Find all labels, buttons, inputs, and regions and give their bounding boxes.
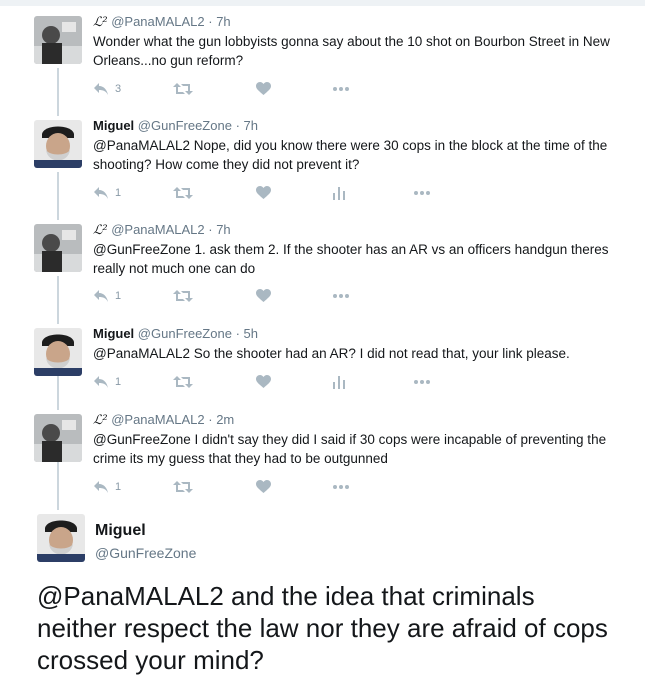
display-name[interactable]: Miguel: [93, 118, 134, 133]
timestamp[interactable]: · 5h: [236, 326, 258, 341]
tweet-text: @GunFreeZone I didn't say they did I sai…: [93, 432, 607, 466]
thread-connector: [57, 172, 59, 220]
more-button[interactable]: [333, 286, 349, 306]
thread-connector: [57, 376, 59, 410]
tweet-text: @GunFreeZone 1. ask them 2. If the shoot…: [93, 242, 609, 276]
reply-button[interactable]: 1: [93, 183, 121, 203]
more-icon: [414, 191, 430, 195]
reply-button[interactable]: 3: [93, 79, 121, 99]
more-button[interactable]: [414, 183, 430, 203]
username[interactable]: @PanaMALAL2: [111, 14, 204, 29]
tweet-meta: Miguel @GunFreeZone · 5h: [93, 326, 258, 341]
retweet-icon: [173, 83, 193, 95]
timestamp[interactable]: · 7h: [208, 222, 230, 237]
timestamp[interactable]: · 2m: [208, 412, 234, 427]
reply-button[interactable]: 1: [93, 477, 121, 497]
reply-count: 1: [115, 290, 122, 302]
more-icon: [333, 87, 349, 91]
retweet-button[interactable]: [173, 79, 193, 99]
more-icon: [333, 294, 349, 298]
tweet-text: @PanaMALAL2 Nope, did you know there wer…: [93, 138, 608, 172]
retweet-icon: [173, 481, 193, 493]
reply-count: 1: [115, 481, 122, 493]
thread-connector: [57, 462, 59, 510]
retweet-icon: [173, 290, 193, 302]
top-divider: [0, 0, 645, 6]
avatar[interactable]: [34, 16, 82, 64]
username[interactable]: @GunFreeZone: [138, 326, 232, 341]
more-button[interactable]: [333, 79, 349, 99]
tweet-text: @PanaMALAL2 and the idea that criminals …: [37, 581, 608, 675]
retweet-icon: [173, 376, 193, 388]
reply-icon: [94, 187, 108, 199]
display-name[interactable]: Miguel: [93, 326, 134, 341]
reply-icon: [94, 290, 108, 302]
reply-count: 1: [115, 376, 122, 388]
username[interactable]: @PanaMALAL2: [111, 222, 204, 237]
like-button[interactable]: [256, 79, 271, 99]
retweet-button[interactable]: [173, 372, 193, 392]
display-name[interactable]: ℒ²: [93, 15, 108, 30]
reply-button[interactable]: 1: [93, 286, 121, 306]
reply-icon: [94, 83, 108, 95]
reply-count: 1: [115, 187, 122, 199]
conversation-thread: ℒ² @PanaMALAL2 · 7h Wonder what the gun …: [0, 0, 645, 681]
thread-connector: [57, 68, 59, 116]
reply-button[interactable]: 1: [93, 372, 121, 392]
like-button[interactable]: [256, 477, 271, 497]
reply-count: 3: [115, 83, 122, 95]
more-icon: [333, 485, 349, 489]
tweet-actions: 1: [93, 286, 493, 306]
username[interactable]: @PanaMALAL2: [111, 412, 204, 427]
username[interactable]: @GunFreeZone: [138, 118, 232, 133]
retweet-button[interactable]: [173, 286, 193, 306]
retweet-icon: [173, 187, 193, 199]
tweet-actions: 1: [93, 372, 493, 392]
avatar[interactable]: [34, 224, 82, 272]
tweet-text: @PanaMALAL2 So the shooter had an AR? I …: [93, 346, 570, 361]
display-name[interactable]: Miguel: [95, 522, 146, 540]
tweet-meta: ℒ² @PanaMALAL2 · 7h: [93, 14, 231, 30]
tweet-meta: ℒ² @PanaMALAL2 · 7h: [93, 222, 231, 238]
heart-icon: [256, 375, 271, 388]
heart-icon: [256, 82, 271, 95]
analytics-icon: [333, 375, 345, 389]
tweet-meta: Miguel @GunFreeZone · 7h: [93, 118, 258, 133]
username[interactable]: @GunFreeZone: [95, 545, 196, 561]
retweet-button[interactable]: [173, 477, 193, 497]
heart-icon: [256, 480, 271, 493]
heart-icon: [256, 186, 271, 199]
tweet-meta: ℒ² @PanaMALAL2 · 2m: [93, 412, 234, 428]
more-button[interactable]: [414, 372, 430, 392]
reply-icon: [94, 376, 108, 388]
timestamp[interactable]: · 7h: [236, 118, 258, 133]
more-button[interactable]: [333, 477, 349, 497]
like-button[interactable]: [256, 183, 271, 203]
display-name[interactable]: ℒ²: [93, 413, 108, 428]
like-button[interactable]: [256, 372, 271, 392]
tweet-actions: 3: [93, 79, 493, 99]
thread-connector: [57, 276, 59, 324]
analytics-button[interactable]: [333, 183, 345, 203]
tweet-actions: 1: [93, 183, 493, 203]
analytics-button[interactable]: [333, 372, 345, 392]
avatar[interactable]: [34, 414, 82, 462]
display-name[interactable]: ℒ²: [93, 223, 108, 238]
reply-icon: [94, 481, 108, 493]
more-icon: [414, 380, 430, 384]
timestamp[interactable]: · 7h: [208, 14, 230, 29]
avatar[interactable]: [37, 514, 85, 562]
avatar[interactable]: [34, 328, 82, 376]
tweet-text: Wonder what the gun lobbyists gonna say …: [93, 34, 610, 68]
retweet-button[interactable]: [173, 183, 193, 203]
tweet-actions: 1: [93, 477, 493, 497]
avatar[interactable]: [34, 120, 82, 168]
like-button[interactable]: [256, 286, 271, 306]
analytics-icon: [333, 186, 345, 200]
heart-icon: [256, 289, 271, 302]
